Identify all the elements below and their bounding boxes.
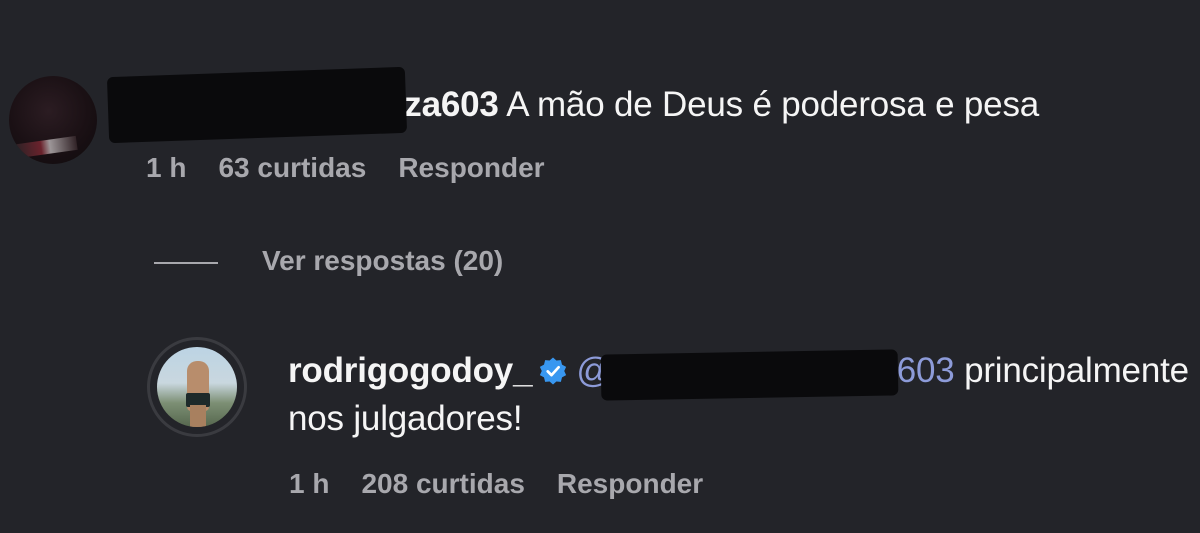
avatar-person-legs (190, 405, 206, 427)
reply-text-part1: principalmente (964, 351, 1189, 390)
comment-likes[interactable]: 63 curtidas (218, 152, 366, 184)
reply-text-part2: nos julgadores! (288, 399, 523, 438)
reply-username[interactable]: rodrigogodoy_ (288, 351, 533, 390)
redaction-box (106, 66, 408, 144)
comment-text: A mão de Deus é poderosa e pesa (506, 85, 1040, 124)
reply-likes[interactable]: 208 curtidas (361, 468, 524, 500)
comment-time[interactable]: 1 h (146, 152, 186, 184)
reply-time[interactable]: 1 h (289, 468, 329, 500)
reply-avatar-image (157, 347, 237, 427)
verified-badge-icon (540, 357, 567, 385)
comment-meta: 1 h 63 curtidas Responder (146, 152, 545, 184)
avatar-image-detail (16, 135, 78, 159)
replies-divider (154, 262, 218, 264)
reply-button[interactable]: Responder (398, 152, 544, 184)
avatar[interactable] (9, 76, 97, 164)
reply-reply-button[interactable]: Responder (557, 468, 703, 500)
comments-panel: c__________ouza603 A mão de Deus é poder… (0, 0, 1200, 533)
reply-avatar[interactable] (147, 337, 247, 437)
reply-meta: 1 h 208 curtidas Responder (289, 468, 703, 500)
view-replies-button[interactable]: Ver respostas (20) (262, 245, 503, 277)
redaction-box (600, 349, 899, 401)
